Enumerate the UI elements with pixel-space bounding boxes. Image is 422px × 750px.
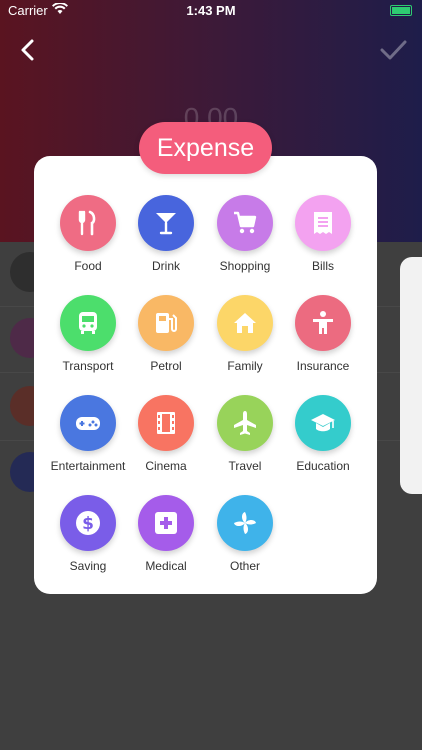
category-bills[interactable]: Bills xyxy=(280,195,366,285)
chevron-left-icon xyxy=(21,39,34,61)
category-shopping-circle xyxy=(217,195,273,251)
category-education[interactable]: Education xyxy=(280,395,366,485)
graduation-cap-icon xyxy=(311,414,335,432)
category-medical-circle xyxy=(138,495,194,551)
category-other-circle xyxy=(217,495,273,551)
category-bills-circle xyxy=(295,195,351,251)
battery-icon xyxy=(390,5,412,16)
back-button[interactable] xyxy=(14,36,42,64)
clock: 1:43 PM xyxy=(186,3,236,18)
film-icon xyxy=(157,412,175,434)
confirm-button[interactable] xyxy=(378,36,408,64)
category-label: Bills xyxy=(311,259,334,273)
category-petrol-circle xyxy=(138,295,194,351)
expense-tab[interactable]: Expense xyxy=(139,122,272,174)
category-insurance[interactable]: Insurance xyxy=(280,295,366,385)
category-picker-modal: Food Drink Shopping Bills Transport Petrol Fam… xyxy=(34,156,377,594)
status-bar: Carrier 1:43 PM xyxy=(0,0,422,22)
home-icon xyxy=(234,313,256,333)
medical-cross-icon xyxy=(155,512,177,534)
gamepad-icon xyxy=(76,417,100,430)
cocktail-icon xyxy=(156,213,176,235)
category-label: Other xyxy=(229,559,260,573)
category-insurance-circle xyxy=(295,295,351,351)
category-food-circle xyxy=(60,195,116,251)
svg-text:$: $ xyxy=(82,514,94,534)
category-education-circle xyxy=(295,395,351,451)
category-label: Insurance xyxy=(296,359,350,373)
category-entertainment-circle xyxy=(60,395,116,451)
fuel-pump-icon xyxy=(156,313,177,333)
category-family-circle xyxy=(217,295,273,351)
cart-icon xyxy=(234,211,257,234)
category-other[interactable]: Other xyxy=(202,495,288,585)
category-saving-circle: $ xyxy=(60,495,116,551)
bus-icon xyxy=(79,312,97,334)
fork-knife-icon xyxy=(78,210,96,236)
category-label: Education xyxy=(296,459,350,473)
checkmark-icon xyxy=(380,40,407,60)
category-travel-circle xyxy=(217,395,273,451)
dollar-coin-icon: $ xyxy=(76,511,100,535)
category-transport-circle xyxy=(60,295,116,351)
category-grid: Food Drink Shopping Bills Transport Petrol Fam… xyxy=(34,156,377,594)
airplane-icon xyxy=(234,411,256,435)
side-card xyxy=(400,257,422,494)
receipt-icon xyxy=(314,212,332,234)
pinwheel-icon xyxy=(234,512,256,534)
category-cinema-circle xyxy=(138,395,194,451)
person-icon xyxy=(313,311,333,334)
category-drink-circle xyxy=(138,195,194,251)
